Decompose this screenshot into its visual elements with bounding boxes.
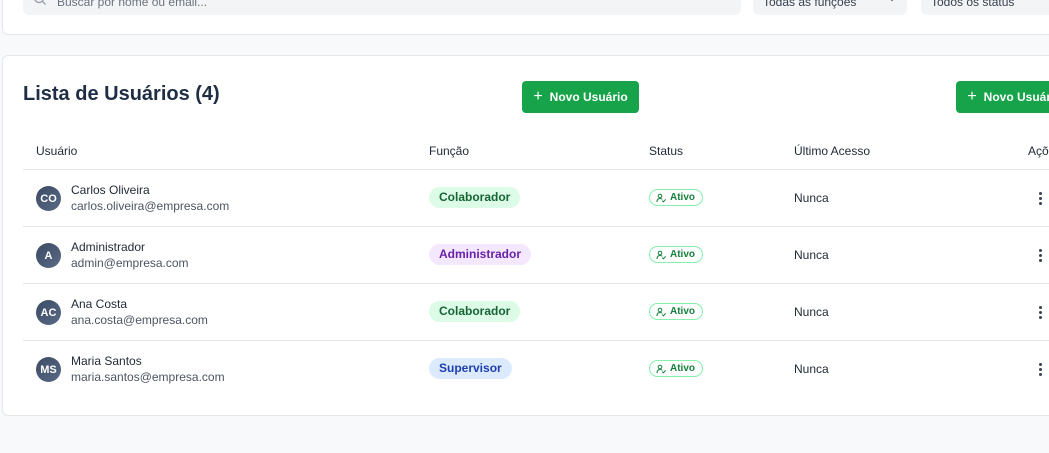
- role-badge: Colaborador: [429, 187, 521, 208]
- user-check-icon: [656, 193, 666, 203]
- column-header-status: Status: [649, 144, 684, 158]
- avatar: AC: [36, 300, 61, 325]
- user-email: admin@empresa.com: [71, 256, 189, 270]
- role-filter-select[interactable]: Todas as funções: [753, 0, 907, 15]
- new-user-button-label: Novo Usuário: [549, 90, 628, 104]
- last-access-value: Nunca: [794, 248, 829, 262]
- status-badge: Ativo: [649, 189, 703, 206]
- filter-card: Buscar por nome ou email... Todas as fun…: [2, 0, 1049, 35]
- role-badge: Administrador: [429, 244, 532, 265]
- more-vertical-icon[interactable]: [1036, 190, 1044, 206]
- users-table: Usuário Função Status Último Acesso Açõe…: [23, 134, 1049, 398]
- table-row: MS Maria Santos maria.santos@empresa.com…: [23, 341, 1049, 398]
- column-header-user: Usuário: [36, 144, 78, 158]
- role-filter-value: Todas as funções: [763, 0, 857, 9]
- new-user-button[interactable]: + Novo Usuário: [522, 81, 639, 113]
- search-input[interactable]: Buscar por nome ou email...: [23, 0, 741, 15]
- search-icon: [33, 0, 47, 9]
- table-row: AC Ana Costa ana.costa@empresa.com Colab…: [23, 284, 1049, 341]
- role-badge: Supervisor: [429, 358, 512, 379]
- new-user-button-secondary[interactable]: + Novo Usuário: [956, 81, 1049, 113]
- last-access-value: Nunca: [794, 305, 829, 319]
- user-email: carlos.oliveira@empresa.com: [71, 199, 230, 213]
- user-check-icon: [656, 364, 666, 374]
- status-filter-value: Todos os status: [931, 0, 1015, 9]
- more-vertical-icon[interactable]: [1036, 361, 1044, 377]
- status-label: Ativo: [670, 363, 695, 374]
- more-vertical-icon[interactable]: [1036, 304, 1044, 320]
- status-badge: Ativo: [649, 360, 703, 377]
- status-label: Ativo: [670, 192, 695, 203]
- column-header-role: Função: [429, 144, 470, 158]
- table-row: A Administrador admin@empresa.com Admini…: [23, 227, 1049, 284]
- avatar: MS: [36, 357, 61, 382]
- new-user-button-label: Novo Usuário: [983, 90, 1049, 104]
- plus-icon: +: [533, 88, 543, 105]
- user-email: maria.santos@empresa.com: [71, 370, 225, 384]
- last-access-value: Nunca: [794, 191, 829, 205]
- user-name: Maria Santos: [71, 354, 142, 368]
- user-name: Carlos Oliveira: [71, 183, 150, 197]
- page-title: Lista de Usuários (4): [23, 83, 220, 105]
- column-header-last-access: Último Acesso: [794, 144, 871, 158]
- status-filter-select[interactable]: Todos os status: [921, 0, 1049, 15]
- users-list-card: Lista de Usuários (4) + Novo Usuário + N…: [2, 55, 1049, 416]
- user-check-icon: [656, 250, 666, 260]
- avatar: CO: [36, 186, 61, 211]
- user-email: ana.costa@empresa.com: [71, 313, 208, 327]
- last-access-value: Nunca: [794, 362, 829, 376]
- table-header: Usuário Função Status Último Acesso Açõe…: [23, 134, 1049, 170]
- plus-icon: +: [967, 88, 977, 105]
- user-name: Ana Costa: [71, 297, 128, 311]
- avatar: A: [36, 243, 61, 268]
- search-placeholder: Buscar por nome ou email...: [57, 0, 208, 9]
- status-badge: Ativo: [649, 246, 703, 263]
- status-label: Ativo: [670, 306, 695, 317]
- table-row: CO Carlos Oliveira carlos.oliveira@empre…: [23, 170, 1049, 227]
- user-check-icon: [656, 307, 666, 317]
- user-name: Administrador: [71, 240, 146, 254]
- column-header-actions: Ações: [1028, 144, 1049, 158]
- role-badge: Colaborador: [429, 301, 521, 322]
- status-label: Ativo: [670, 249, 695, 260]
- more-vertical-icon[interactable]: [1036, 247, 1044, 263]
- chevron-down-icon: [887, 0, 897, 7]
- status-badge: Ativo: [649, 303, 703, 320]
